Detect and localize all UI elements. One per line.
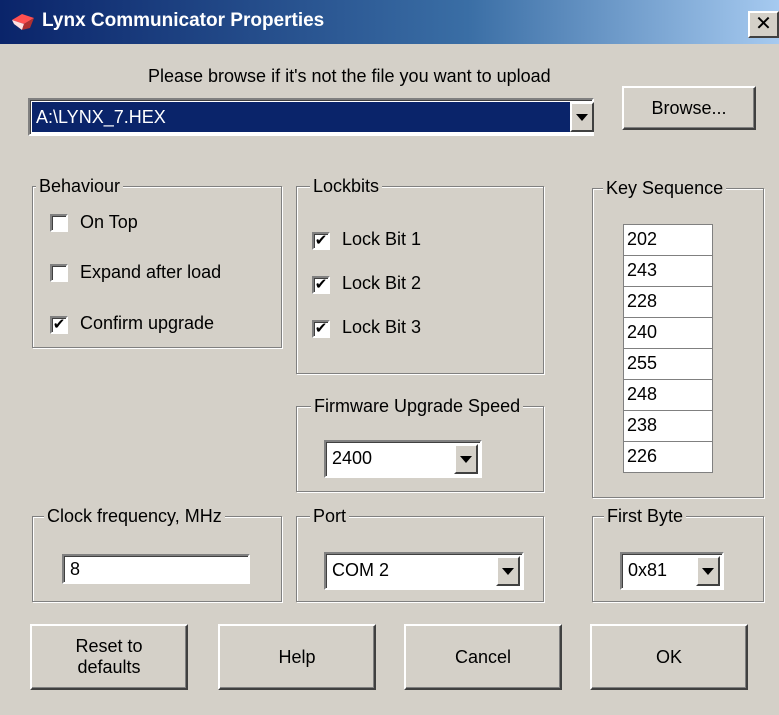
firmware-speed-dropdown-button[interactable] — [454, 444, 478, 474]
expand-after-load-label: Expand after load — [80, 262, 222, 282]
file-path: A:\LYNX_7.HEX — [36, 107, 166, 127]
on-top-checkbox[interactable] — [50, 214, 68, 232]
close-button[interactable]: ✕ — [748, 11, 779, 38]
lock-bit-2-label: Lock Bit 2 — [342, 273, 422, 293]
reset-label-line1: Reset to — [75, 636, 143, 656]
help-button[interactable]: Help — [218, 624, 376, 690]
key-sequence-field[interactable]: 228 — [623, 286, 713, 318]
clock-frequency-input[interactable]: 8 — [62, 554, 250, 584]
ok-button[interactable]: OK — [590, 624, 748, 690]
chevron-down-icon — [702, 567, 714, 575]
key-sequence-field[interactable]: 226 — [623, 441, 713, 473]
lock-bit-2-checkbox[interactable]: ✔ — [312, 276, 330, 294]
cancel-button[interactable]: Cancel — [404, 624, 562, 690]
first-byte-select[interactable]: 0x81 — [620, 552, 724, 590]
on-top-label: On Top — [80, 212, 138, 232]
chevron-down-icon — [576, 113, 588, 121]
chevron-down-icon — [460, 455, 472, 463]
firmware-speed-legend: Firmware Upgrade Speed — [311, 396, 524, 416]
reset-label-line2: defaults — [77, 657, 141, 677]
chevron-down-icon — [502, 567, 514, 575]
behaviour-legend: Behaviour — [36, 176, 124, 196]
title-bar[interactable]: Lynx Communicator Properties ✕ — [0, 0, 779, 44]
key-sequence-field[interactable]: 202 — [623, 224, 713, 256]
clock-frequency-value: 8 — [70, 559, 81, 579]
firmware-speed-select[interactable]: 2400 — [324, 440, 482, 478]
port-dropdown-button[interactable] — [496, 556, 520, 586]
confirm-upgrade-checkbox[interactable]: ✔ — [50, 316, 68, 334]
lock-bit-1-checkbox[interactable]: ✔ — [312, 232, 330, 250]
first-byte-value: 0x81 — [628, 560, 668, 580]
expand-after-load-checkbox[interactable] — [50, 264, 68, 282]
browse-button[interactable]: Browse... — [622, 86, 756, 130]
key-sequence-field[interactable]: 238 — [623, 410, 713, 442]
file-combo[interactable]: A:\LYNX_7.HEX — [28, 98, 594, 136]
file-dropdown-button[interactable] — [570, 102, 594, 132]
port-select[interactable]: COM 2 — [324, 552, 524, 590]
lockbits-legend: Lockbits — [310, 176, 383, 196]
first-byte-legend: First Byte — [604, 506, 687, 526]
confirm-upgrade-label: Confirm upgrade — [80, 313, 215, 333]
clock-frequency-legend: Clock frequency, MHz — [44, 506, 225, 526]
key-sequence-field[interactable]: 255 — [623, 348, 713, 380]
close-icon: ✕ — [755, 13, 772, 35]
key-sequence-field[interactable]: 248 — [623, 379, 713, 411]
port-value: COM 2 — [332, 560, 390, 580]
lock-bit-3-checkbox[interactable]: ✔ — [312, 320, 330, 338]
key-sequence-legend: Key Sequence — [603, 178, 727, 198]
port-legend: Port — [310, 506, 350, 526]
lynx-app-icon — [12, 14, 34, 30]
window-title: Lynx Communicator Properties — [42, 10, 325, 31]
lock-bit-1-label: Lock Bit 1 — [342, 229, 422, 249]
reset-to-defaults-button[interactable]: Reset to defaults — [30, 624, 188, 690]
lock-bit-3-label: Lock Bit 3 — [342, 317, 422, 337]
file-selection: A:\LYNX_7.HEX — [32, 102, 570, 132]
key-sequence-field[interactable]: 243 — [623, 255, 713, 287]
key-sequence-field[interactable]: 240 — [623, 317, 713, 349]
firmware-speed-value: 2400 — [332, 448, 373, 468]
first-byte-dropdown-button[interactable] — [696, 556, 720, 586]
file-prompt: Please browse if it's not the file you w… — [148, 66, 551, 86]
